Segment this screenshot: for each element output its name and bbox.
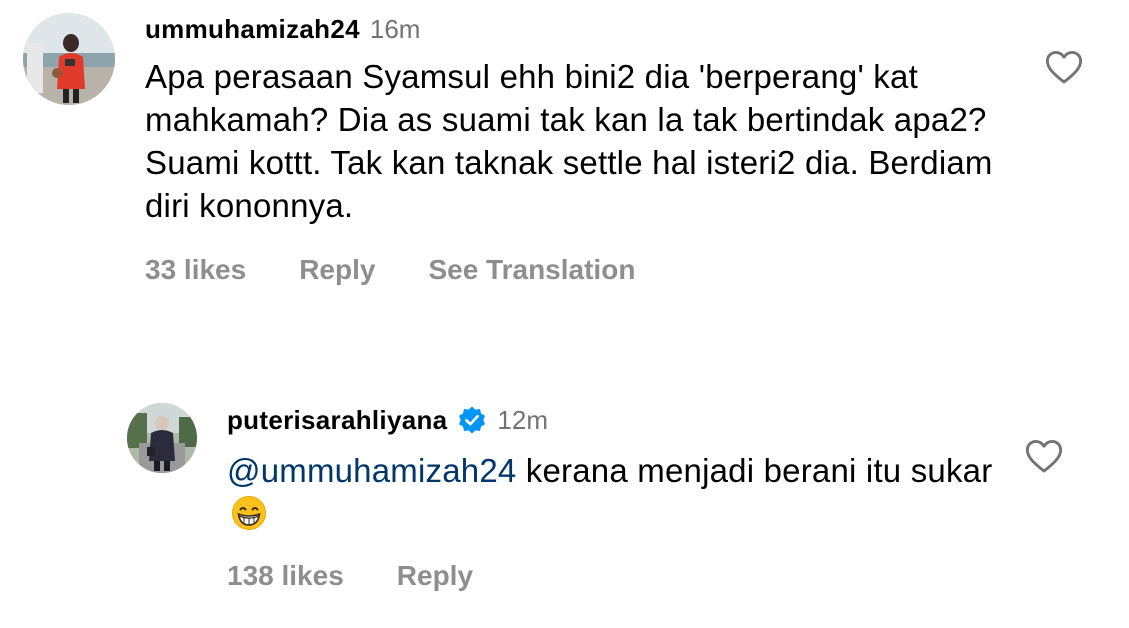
comment-text-content: kerana menjadi berani itu sukar [516,452,993,489]
see-translation-button[interactable]: See Translation [428,254,635,286]
comment-actions: 33 likes Reply See Translation [145,254,1025,286]
timestamp: 12m [497,404,548,435]
grinning-face-emoji-icon [231,495,267,531]
avatar[interactable] [127,403,197,473]
comment-actions: 138 likes Reply [227,560,1007,592]
comment-text: Apa perasaan Syamsul ehh bini2 dia 'berp… [145,58,993,224]
comment-body: ummuhamizah24 16m Apa perasaan Syamsul e… [145,12,1025,286]
timestamp: 16m [369,13,421,44]
username[interactable]: puterisarahliyana [227,405,447,436]
mention-link[interactable]: @ummuhamizah24 [227,452,516,489]
comment-header: puterisarahliyana 12m [227,403,1007,437]
username[interactable]: ummuhamizah24 [145,14,360,45]
heart-icon[interactable] [1045,49,1083,85]
comment-body: puterisarahliyana 12m @ummuhamizah24 ker… [227,403,1007,592]
comment-text: @ummuhamizah24 kerana menjadi berani itu… [227,449,1007,535]
comment-header: ummuhamizah24 16m [145,12,1025,46]
heart-icon[interactable] [1025,438,1063,474]
likes-count[interactable]: 138 likes [227,560,344,592]
avatar[interactable] [23,13,115,105]
likes-count[interactable]: 33 likes [145,254,246,286]
verified-badge-icon [457,405,487,435]
reply-button[interactable]: Reply [299,254,375,286]
reply-button[interactable]: Reply [397,560,473,592]
